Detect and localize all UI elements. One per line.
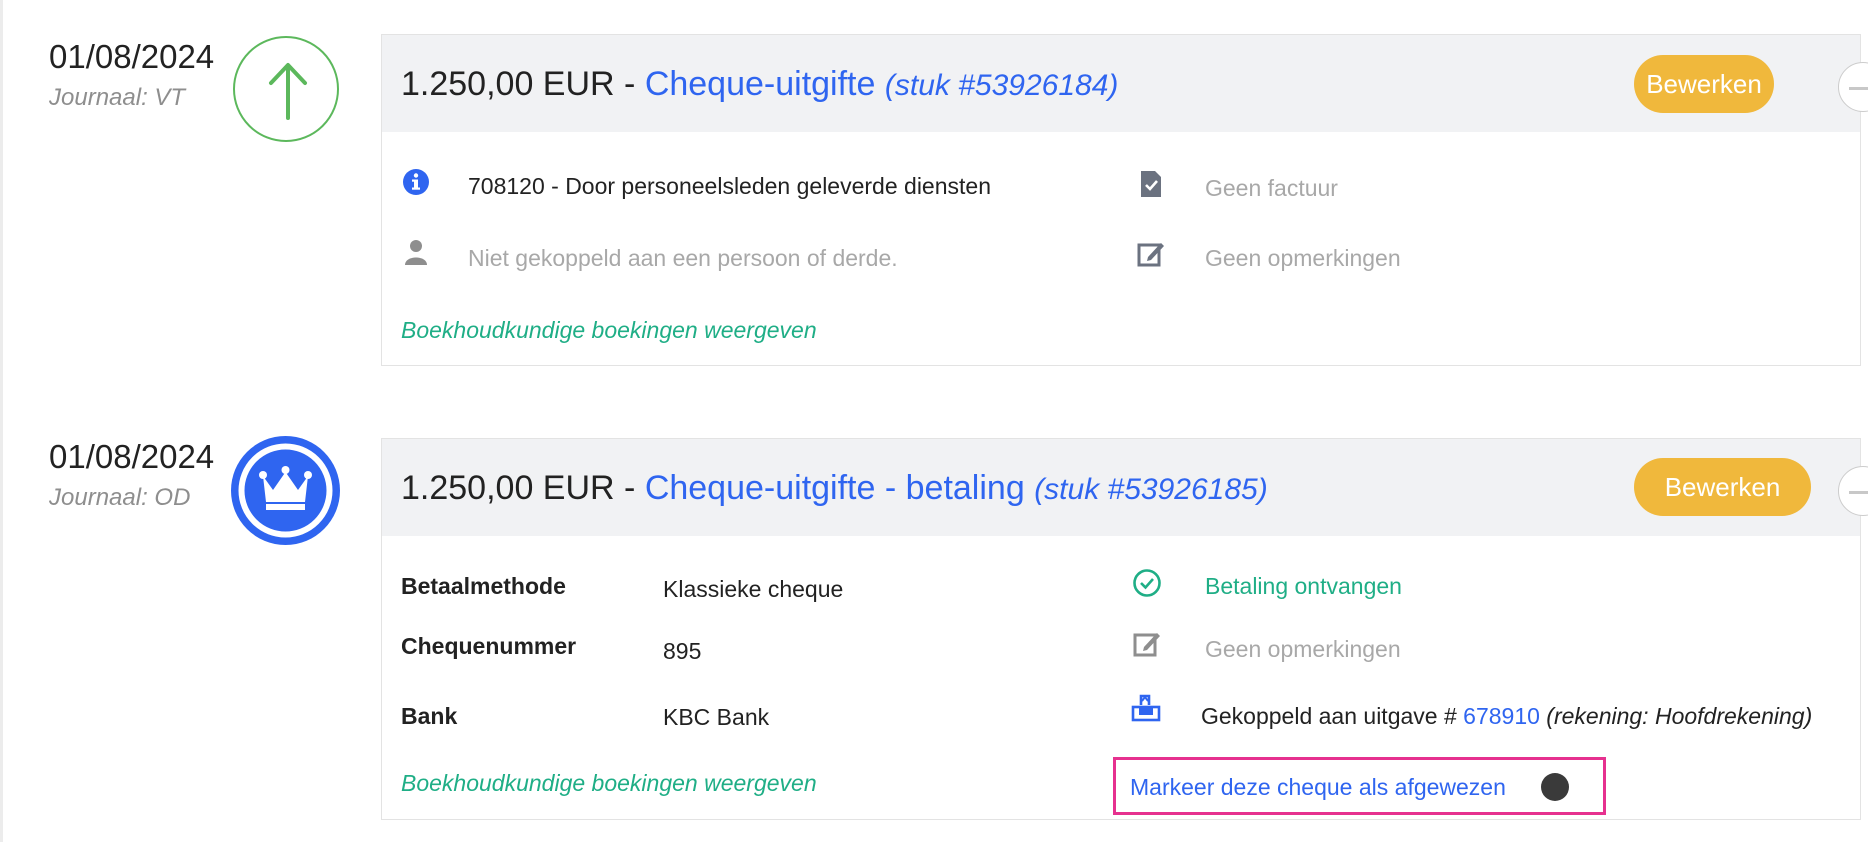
reject-cheque-highlight: Markeer deze cheque als afgewezen — [1113, 757, 1606, 815]
crown-icon — [231, 436, 340, 545]
reject-cheque-label[interactable]: Markeer deze cheque als afgewezen — [1130, 774, 1506, 801]
document-reference[interactable]: (stuk #53926185) — [1034, 473, 1268, 506]
check-circle-icon — [1133, 569, 1161, 597]
info-icon — [403, 169, 429, 195]
transaction-title-link[interactable]: Cheque-uitgifte - betaling — [645, 469, 1025, 507]
card-header: 1.250,00 EUR - Cheque-uitgifte - betalin… — [382, 439, 1868, 536]
person-icon — [405, 240, 427, 265]
entry-date: 01/08/2024 — [49, 38, 215, 75]
collapse-icon[interactable] — [1838, 466, 1868, 516]
collapse-icon[interactable] — [1838, 62, 1868, 112]
payment-status: Betaling ontvangen — [1205, 573, 1402, 599]
transaction-card: 1.250,00 EUR - Cheque-uitgifte - betalin… — [381, 438, 1868, 820]
reject-cheque-toggle[interactable] — [1541, 773, 1569, 801]
amount: 1.250,00 EUR — [401, 469, 615, 507]
edit-button[interactable]: Bewerken — [1634, 55, 1774, 113]
title-separator: - — [614, 469, 645, 507]
field-value-bank: KBC Bank — [663, 704, 770, 730]
field-label-cheque-number: Chequenummer — [401, 633, 577, 659]
linked-expense-icon — [1131, 694, 1161, 722]
remarks-status: Geen opmerkingen — [1205, 636, 1401, 662]
account-line: 708120 - Door personeelsleden geleverde … — [468, 173, 991, 199]
card-heading: 1.250,00 EUR - Cheque-uitgifte (stuk #53… — [401, 65, 1118, 104]
edit-button[interactable]: Bewerken — [1634, 458, 1811, 516]
entry-journal: Journaal: OD — [49, 484, 191, 511]
linked-person: Niet gekoppeld aan een persoon of derde. — [468, 245, 898, 271]
title-separator: - — [614, 65, 645, 103]
arrow-up-icon — [233, 36, 339, 142]
show-bookings-link[interactable]: Boekhoudkundige boekingen weergeven — [401, 317, 817, 344]
entry-date: 01/08/2024 — [49, 438, 215, 475]
entry-journal: Journaal: VT — [49, 84, 186, 111]
field-label-bank: Bank — [401, 703, 458, 729]
field-value-cheque-number: 895 — [663, 638, 702, 664]
left-divider — [0, 0, 3, 842]
card-header: 1.250,00 EUR - Cheque-uitgifte (stuk #53… — [382, 35, 1868, 132]
card-heading: 1.250,00 EUR - Cheque-uitgifte - betalin… — [401, 469, 1268, 508]
linked-expense-prefix: Gekoppeld aan uitgave # — [1201, 703, 1457, 729]
linked-expense-account: (rekening: Hoofdrekening) — [1546, 703, 1813, 729]
edit-note-icon — [1133, 633, 1160, 657]
linked-expense-number-link[interactable]: 678910 — [1463, 703, 1540, 729]
field-value-payment-method: Klassieke cheque — [663, 576, 844, 602]
linked-expense: Gekoppeld aan uitgave # 678910 (rekening… — [1201, 703, 1812, 730]
transaction-card: 1.250,00 EUR - Cheque-uitgifte (stuk #53… — [381, 34, 1868, 366]
remarks-status: Geen opmerkingen — [1205, 245, 1401, 271]
amount: 1.250,00 EUR — [401, 65, 615, 103]
transaction-title-link[interactable]: Cheque-uitgifte — [645, 65, 876, 103]
edit-note-icon — [1137, 243, 1164, 267]
field-label-payment-method: Betaalmethode — [401, 573, 566, 599]
document-check-icon — [1141, 171, 1161, 197]
document-reference[interactable]: (stuk #53926184) — [885, 69, 1119, 102]
invoice-status: Geen factuur — [1205, 175, 1338, 201]
show-bookings-link[interactable]: Boekhoudkundige boekingen weergeven — [401, 770, 817, 797]
